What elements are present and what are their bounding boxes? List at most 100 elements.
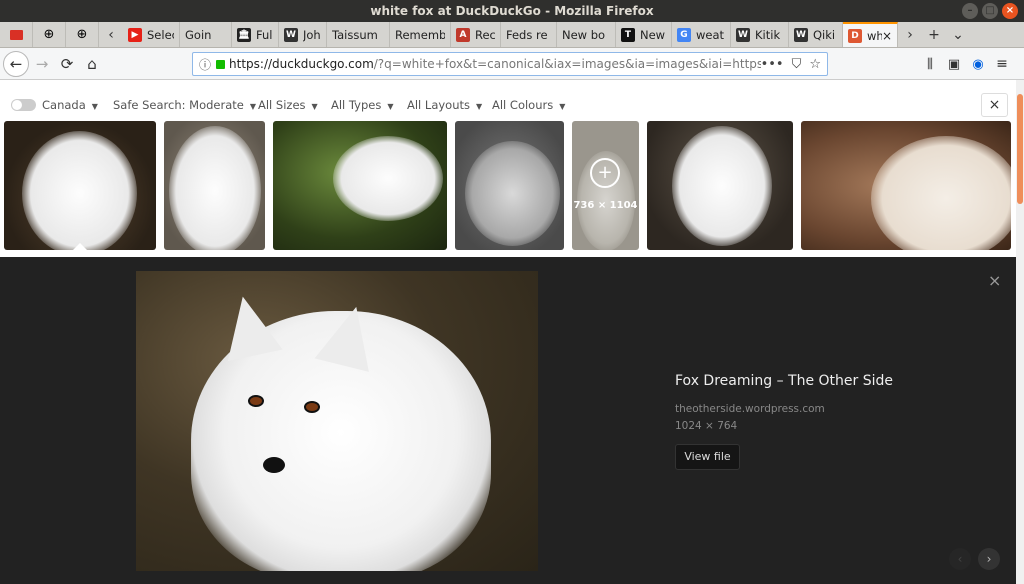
favicon-icon: G xyxy=(677,27,691,42)
detail-source[interactable]: theotherside.wordpress.com xyxy=(675,403,825,415)
lock-icon[interactable] xyxy=(216,59,226,69)
tab-label: Full xyxy=(256,27,273,42)
sidebar-icon: ▣ xyxy=(947,56,961,72)
reload-button[interactable]: ⟳ xyxy=(55,52,79,76)
home-button[interactable]: ⌂ xyxy=(80,52,104,76)
close-tab-icon[interactable]: × xyxy=(882,29,892,43)
view-file-button[interactable]: View file xyxy=(675,444,740,470)
tab-label: New bo xyxy=(562,27,606,42)
tab-label: Kitik xyxy=(755,27,781,42)
chevron-left-icon: ‹ xyxy=(108,26,114,43)
globe-icon: ⊕ xyxy=(43,27,55,42)
image-thumbnail[interactable] xyxy=(801,121,1011,250)
safe-search-label: Safe Search: Moderate xyxy=(113,98,244,112)
tab[interactable]: W John xyxy=(279,22,327,47)
arrow-left-icon: ← xyxy=(9,55,23,73)
tab[interactable]: New bo xyxy=(557,22,616,47)
image-thumbnail[interactable] xyxy=(647,121,793,250)
detail-image[interactable] xyxy=(136,271,538,571)
image-thumbnail[interactable] xyxy=(273,121,447,250)
scroll-tabs-right-button[interactable]: › xyxy=(898,22,922,47)
tab[interactable]: 🏛 Full xyxy=(232,22,279,47)
account-icon: ◉ xyxy=(972,56,984,72)
colour-filter[interactable]: All Colours ▼ xyxy=(492,98,565,112)
url-path: /?q=white+fox&t=canonical&iax=images&ia=… xyxy=(373,57,761,71)
tab[interactable]: W Kitik xyxy=(731,22,789,47)
close-icon: × xyxy=(988,97,1001,113)
minimize-button[interactable]: – xyxy=(962,3,978,19)
tab[interactable]: Taissum xyxy=(327,22,390,47)
tab[interactable]: ▶ Selec xyxy=(123,22,180,47)
pocket-icon[interactable]: ⛉ xyxy=(792,57,802,72)
tab[interactable]: Dwh× xyxy=(843,22,898,47)
url-bar[interactable]: ⓘ https://duckduckgo.com/?q=white+fox&t=… xyxy=(192,52,828,76)
forward-button[interactable]: → xyxy=(30,52,54,76)
info-icon[interactable]: ⓘ xyxy=(199,56,211,73)
region-toggle[interactable] xyxy=(11,99,36,111)
window-titlebar: white fox at DuckDuckGo - Mozilla Firefo… xyxy=(0,0,1024,22)
window-title: white fox at DuckDuckGo - Mozilla Firefo… xyxy=(370,4,654,18)
previous-image-button[interactable]: ‹ xyxy=(949,548,971,570)
close-window-button[interactable]: × xyxy=(1002,3,1018,19)
expand-plus-icon[interactable]: + xyxy=(590,158,620,188)
tab[interactable]: Gweat xyxy=(672,22,731,47)
home-icon: ⌂ xyxy=(87,55,97,73)
list-all-tabs-button[interactable]: ⌄ xyxy=(946,22,970,47)
scrollbar-thumb[interactable] xyxy=(1017,94,1023,204)
size-filter-label: All Sizes xyxy=(258,98,306,112)
fox-image xyxy=(465,141,560,246)
detail-title[interactable]: Fox Dreaming – The Other Side xyxy=(675,373,893,389)
back-button[interactable]: ← xyxy=(3,51,29,77)
bookmark-star-icon[interactable]: ☆ xyxy=(809,57,821,72)
tab-label: Selec xyxy=(147,27,174,42)
tab[interactable]: T New xyxy=(616,22,672,47)
close-icon: × xyxy=(988,271,1002,290)
tab[interactable]: W Qiki xyxy=(789,22,843,47)
gmail-icon xyxy=(9,29,23,40)
image-thumbnail-hovered[interactable]: + 736 × 1104 xyxy=(572,121,639,250)
hamburger-menu-icon: ≡ xyxy=(996,56,1008,72)
tab-label: Rememb xyxy=(395,27,445,42)
close-detail-button[interactable]: × xyxy=(988,271,1001,290)
image-thumbnail[interactable] xyxy=(455,121,564,250)
fox-image xyxy=(333,136,443,221)
next-image-button[interactable]: › xyxy=(978,548,1000,570)
page-scrollbar[interactable] xyxy=(1016,80,1024,584)
new-tab-button[interactable]: + xyxy=(922,22,946,47)
arrow-right-icon: → xyxy=(35,55,49,73)
scroll-tabs-left-button[interactable]: ‹ xyxy=(99,22,123,47)
tab[interactable]: A Reco xyxy=(451,22,501,47)
library-button[interactable]: ⫼ xyxy=(918,52,942,76)
tab[interactable]: Goin xyxy=(180,22,232,47)
type-filter[interactable]: All Types ▼ xyxy=(331,98,393,112)
account-button[interactable]: ◉ xyxy=(966,52,990,76)
image-results-row: + 736 × 1104 xyxy=(0,121,1016,250)
type-filter-label: All Types xyxy=(331,98,382,112)
fox-eye-left xyxy=(248,395,264,407)
url-actions: ••• ⛉ ☆ xyxy=(761,57,821,72)
fox-nose xyxy=(263,457,285,473)
colour-filter-label: All Colours xyxy=(492,98,554,112)
tab-globe-2[interactable]: ⊕ xyxy=(66,22,99,47)
layout-filter[interactable]: All Layouts ▼ xyxy=(407,98,482,112)
reload-icon: ⟳ xyxy=(60,55,74,73)
tab-globe-1[interactable]: ⊕ xyxy=(33,22,66,47)
image-thumbnail[interactable] xyxy=(4,121,156,250)
image-thumbnail[interactable] xyxy=(164,121,265,250)
url-text[interactable]: https://duckduckgo.com/?q=white+fox&t=ca… xyxy=(229,57,761,71)
maximize-button[interactable]: □ xyxy=(982,3,998,19)
tab-label: weat xyxy=(696,27,725,42)
size-filter[interactable]: All Sizes ▼ xyxy=(258,98,318,112)
tab-label: Taissum xyxy=(332,27,378,42)
page-actions-icon[interactable]: ••• xyxy=(761,57,784,72)
favicon-icon: W xyxy=(794,27,808,42)
sidebar-button[interactable]: ▣ xyxy=(942,52,966,76)
tab-gmail[interactable] xyxy=(0,22,33,47)
region-filter[interactable]: Canada ▼ xyxy=(42,98,98,112)
tab[interactable]: Rememb xyxy=(390,22,451,47)
open-menu-button[interactable]: ≡ xyxy=(990,52,1014,76)
tab[interactable]: Feds re xyxy=(501,22,557,47)
close-filters-button[interactable]: × xyxy=(981,93,1008,117)
safe-search-filter[interactable]: Safe Search: Moderate ▼ xyxy=(113,98,256,112)
plus-icon: + xyxy=(928,26,940,43)
